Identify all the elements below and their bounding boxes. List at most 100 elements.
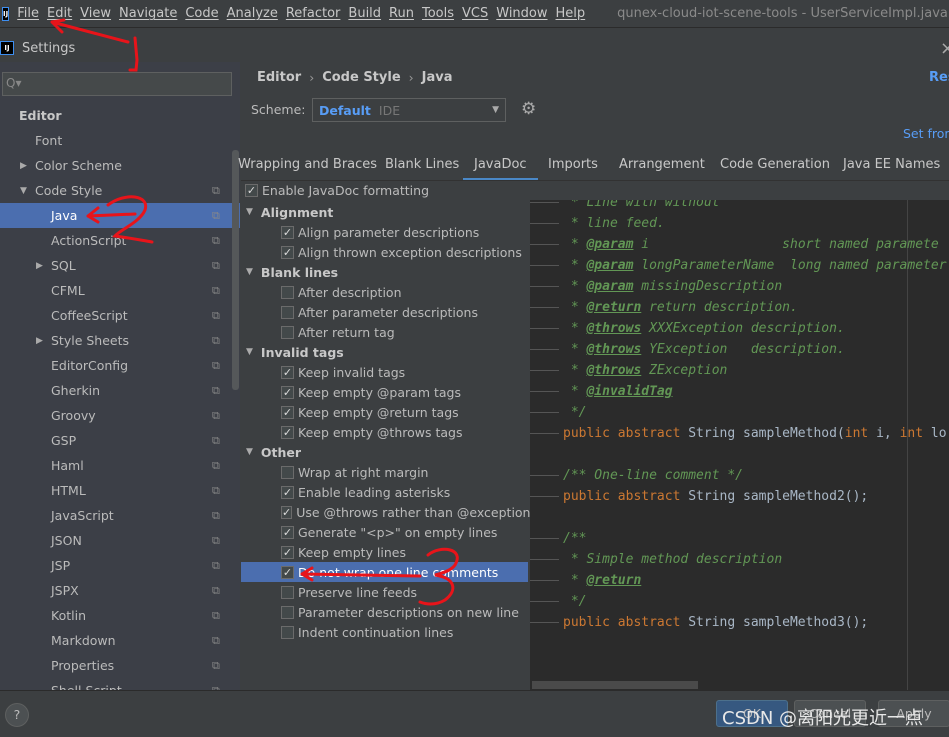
sidebar-item-gherkin[interactable]: Gherkin ⧉ [0,378,240,403]
checkbox[interactable] [281,605,294,619]
sidebar-item-haml[interactable]: Haml ⧉ [0,453,240,478]
checkbox[interactable]: ✓ [281,365,294,379]
sidebar-item-editor[interactable]: Editor [0,103,240,128]
group-other[interactable]: ▼ Other [241,442,528,462]
checkbox[interactable] [281,285,294,299]
checkbox[interactable]: ✓ [281,545,294,559]
sidebar-item-jspx[interactable]: JSPX ⧉ [0,578,240,603]
sidebar-item-kotlin[interactable]: Kotlin ⧉ [0,603,240,628]
option-row[interactable]: Indent continuation lines [241,622,528,642]
settings-search-input[interactable]: Q▾ [2,72,232,96]
sidebar-item-markdown[interactable]: Markdown ⧉ [0,628,240,653]
menu-analyze[interactable]: Analyze [227,6,278,21]
option-row[interactable]: After parameter descriptions [241,302,528,322]
option-row[interactable]: ✓ Generate "<p>" on empty lines [241,522,528,542]
menu-navigate[interactable]: Navigate [119,6,177,21]
menu-run[interactable]: Run [389,6,414,21]
group-blank-lines[interactable]: ▼ Blank lines [241,262,528,282]
horizontal-scrollbar[interactable] [532,681,698,689]
checkbox[interactable]: ✓ [281,505,293,519]
option-row[interactable]: ✓ Align thrown exception descriptions [241,242,528,262]
chevron-down-icon[interactable]: ▼ [246,447,253,457]
option-row[interactable]: ✓ Keep invalid tags [241,362,528,382]
menu-help[interactable]: Help [556,6,586,21]
checkbox[interactable]: ✓ [245,183,258,197]
gear-icon[interactable]: ⚙ [521,99,536,119]
sidebar-item-sql[interactable]: ▶ SQL ⧉ [0,253,240,278]
option-row[interactable]: ✓ Align parameter descriptions [241,222,528,242]
menu-code[interactable]: Code [185,6,218,21]
option-row[interactable]: Parameter descriptions on new line [241,602,528,622]
set-from-link[interactable]: Set from [903,126,949,141]
chevron-down-icon[interactable]: ▼ [246,347,253,357]
option-row[interactable]: After return tag [241,322,528,342]
tab-javadoc[interactable]: JavaDoc [463,157,538,181]
option-row[interactable]: After description [241,282,528,302]
close-icon[interactable]: × [940,38,949,59]
checkbox[interactable]: ✓ [281,405,294,419]
sidebar-item-html[interactable]: HTML ⧉ [0,478,240,503]
checkbox[interactable] [281,625,294,639]
checkbox[interactable]: ✓ [281,425,294,439]
sidebar-item-java[interactable]: Java ⧉ [0,203,240,228]
option-row[interactable]: ✓ Use @throws rather than @exception [241,502,530,522]
option-row[interactable]: Preserve line feeds [241,582,528,602]
chevron-down-icon[interactable]: ▼ [20,186,27,196]
checkbox[interactable]: ✓ [281,385,294,399]
option-row[interactable]: ✓ Keep empty @param tags [241,382,528,402]
option-row[interactable]: ✓ Keep empty @return tags [241,402,528,422]
chevron-down-icon[interactable]: ▼ [246,207,253,217]
sidebar-item-font[interactable]: Font [0,128,240,153]
sidebar-item-coffeescript[interactable]: CoffeeScript ⧉ [0,303,240,328]
checkbox[interactable]: ✓ [281,225,294,239]
chevron-right-icon[interactable]: ▶ [36,336,43,346]
help-button[interactable]: ? [5,703,29,727]
sidebar-scrollbar[interactable] [232,150,239,390]
sidebar-item-color-scheme[interactable]: ▶ Color Scheme [0,153,240,178]
sidebar-item-json[interactable]: JSON ⧉ [0,528,240,553]
tab-java-ee-names[interactable]: Java EE Names [843,157,940,181]
menu-edit[interactable]: Edit [47,6,72,21]
sidebar-item-jsp[interactable]: JSP ⧉ [0,553,240,578]
tab-imports[interactable]: Imports [548,157,598,181]
option-row[interactable]: Wrap at right margin [241,462,528,482]
menu-file[interactable]: File [17,6,39,21]
option-row[interactable]: ✓ Enable leading asterisks [241,482,528,502]
sidebar-item-editorconfig[interactable]: EditorConfig ⧉ [0,353,240,378]
chevron-right-icon[interactable]: ▶ [36,261,43,271]
option-row[interactable]: ✓ Do not wrap one line comments [241,562,528,582]
sidebar-item-style-sheets[interactable]: ▶ Style Sheets ⧉ [0,328,240,353]
tab-code-generation[interactable]: Code Generation [720,157,830,181]
chevron-down-icon[interactable]: ▼ [246,267,253,277]
menu-tools[interactable]: Tools [422,6,454,21]
tab-blank-lines[interactable]: Blank Lines [385,157,459,181]
scheme-select[interactable]: Default IDE ▼ [312,98,506,122]
checkbox[interactable]: ✓ [281,525,294,539]
sidebar-item-groovy[interactable]: Groovy ⧉ [0,403,240,428]
checkbox[interactable]: ✓ [281,565,294,579]
menu-window[interactable]: Window [496,6,547,21]
sidebar-item-actionscript[interactable]: ActionScript ⧉ [0,228,240,253]
chevron-right-icon[interactable]: ▶ [20,161,27,171]
group-alignment[interactable]: ▼ Alignment [241,202,528,222]
checkbox[interactable] [281,585,294,599]
menu-vcs[interactable]: VCS [462,6,488,21]
menu-view[interactable]: View [80,6,111,21]
checkbox[interactable] [281,305,294,319]
menu-build[interactable]: Build [348,6,381,21]
checkbox[interactable] [281,325,294,339]
checkbox[interactable]: ✓ [281,245,294,259]
reset-link[interactable]: Res [929,70,949,85]
sidebar-item-javascript[interactable]: JavaScript ⧉ [0,503,240,528]
sidebar-item-code-style[interactable]: ▼ Code Style ⧉ [0,178,240,203]
checkbox[interactable] [281,465,294,479]
sidebar-item-properties[interactable]: Properties ⧉ [0,653,240,678]
sidebar-item-cfml[interactable]: CFML ⧉ [0,278,240,303]
menu-refactor[interactable]: Refactor [286,6,341,21]
sidebar-item-gsp[interactable]: GSP ⧉ [0,428,240,453]
checkbox[interactable]: ✓ [281,485,294,499]
option-row[interactable]: ✓ Keep empty lines [241,542,528,562]
group-invalid-tags[interactable]: ▼ Invalid tags [241,342,528,362]
tab-arrangement[interactable]: Arrangement [619,157,705,181]
enable-javadoc-checkbox[interactable]: ✓ Enable JavaDoc formatting [241,180,541,200]
